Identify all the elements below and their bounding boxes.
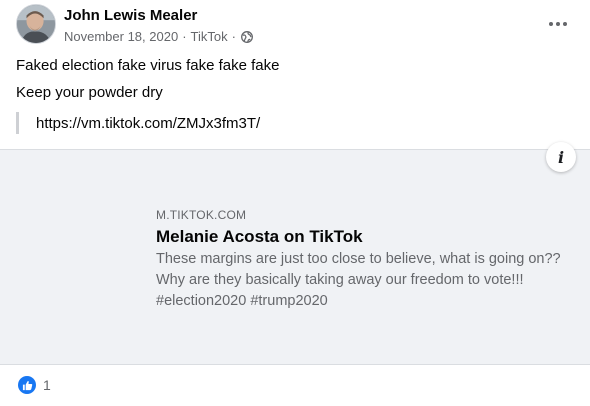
meta-separator: · (182, 29, 187, 44)
more-dot (556, 22, 560, 26)
avatar-image (17, 5, 55, 43)
reaction-count: 1 (43, 377, 51, 393)
meta-separator: · (231, 29, 236, 44)
globe-icon (241, 30, 253, 43)
reactions-summary[interactable]: 1 (18, 376, 51, 394)
link-title[interactable]: Melanie Acosta on TikTok (156, 227, 363, 247)
quote-bar (16, 112, 19, 134)
info-icon[interactable]: i (546, 142, 576, 172)
more-dot (563, 22, 567, 26)
post-text-line: Faked election fake virus fake fake fake (16, 57, 280, 74)
author-name[interactable]: John Lewis Mealer (64, 7, 197, 24)
post-text-line: Keep your powder dry (16, 84, 163, 101)
more-options-icon[interactable] (544, 12, 572, 36)
shared-url-link[interactable]: https://vm.tiktok.com/ZMJx3fm3T/ (36, 115, 260, 132)
like-icon (18, 376, 36, 394)
link-description: These margins are just too close to beli… (156, 251, 561, 309)
link-domain: M.TIKTOK.COM (156, 208, 247, 222)
post-source: TikTok (190, 29, 228, 44)
more-dot (549, 22, 553, 26)
post-meta: November 18, 2020 · TikTok · (64, 29, 253, 44)
author-avatar[interactable] (16, 4, 56, 44)
post-date[interactable]: November 18, 2020 (64, 29, 178, 44)
